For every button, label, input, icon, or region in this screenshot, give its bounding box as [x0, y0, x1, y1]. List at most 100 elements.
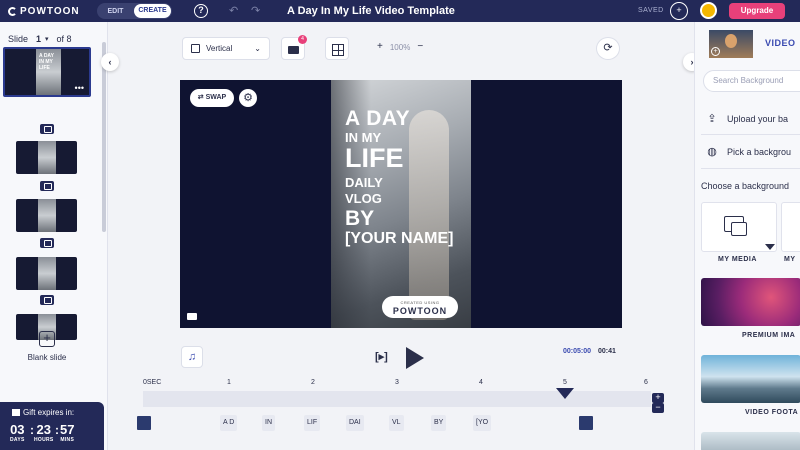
- premium-images-tile[interactable]: [701, 278, 800, 326]
- transition-icon[interactable]: [40, 238, 54, 248]
- total-time: 00:41: [597, 348, 616, 355]
- slides-scrollbar[interactable]: [102, 42, 106, 232]
- search-background-input[interactable]: Search Background: [703, 70, 800, 92]
- edit-mode-button[interactable]: EDIT: [97, 8, 134, 15]
- countdown-hours: 23 HOURS: [34, 422, 54, 443]
- music-icon[interactable]: ♫: [181, 346, 203, 368]
- camera-button[interactable]: 4: [281, 35, 307, 60]
- pick-background-color-button[interactable]: ◍ Pick a backgrou: [705, 146, 791, 158]
- orientation-icon: [191, 44, 200, 53]
- record-icon[interactable]: [187, 313, 197, 320]
- palette-icon: ◍: [707, 146, 717, 158]
- slide-canvas[interactable]: A DAY IN MY LIFE DAILY VLOG BY [YOUR NAM…: [180, 80, 622, 328]
- slide-selector: Slide 1 ▾ of 8: [8, 34, 72, 44]
- orientation-value: Vertical: [206, 44, 233, 53]
- timeline-item[interactable]: DAI: [346, 415, 364, 431]
- gift-countdown[interactable]: Gift expires in: 03 DAYS : 23 HOURS : 57 MI…: [0, 402, 104, 450]
- countdown-mins: 57 MINS: [60, 422, 75, 443]
- timeline-track[interactable]: [143, 391, 651, 407]
- timeline-item-end[interactable]: [579, 416, 593, 430]
- gift-icon: [12, 409, 20, 416]
- play-button[interactable]: [406, 347, 424, 369]
- top-bar: POWTOON EDIT CREATE ? ↶ ↷ A Day In My Li…: [0, 0, 800, 22]
- choose-background-label: Choose a background: [701, 181, 790, 191]
- timeline-tick: 4: [479, 379, 483, 386]
- timeline-item[interactable]: A D: [220, 415, 238, 431]
- timeline-tick: 5: [563, 379, 567, 386]
- slide-thumbnail-1[interactable]: A DAY IN MY LIFE •••: [3, 47, 91, 97]
- save-status: SAVED: [638, 7, 664, 14]
- chevron-down-icon[interactable]: ▾: [45, 35, 49, 44]
- grid-button[interactable]: [325, 37, 349, 60]
- video-background-thumbnail[interactable]: +: [709, 30, 753, 58]
- slide-thumbnail-3[interactable]: [16, 199, 77, 232]
- slide-thumbnail-4[interactable]: [16, 257, 77, 290]
- upload-background-button[interactable]: ⇪ Upload your ba: [705, 113, 788, 125]
- timeline-tick: 2: [311, 379, 315, 386]
- help-icon[interactable]: ?: [194, 4, 208, 18]
- timeline-ruler: 0SEC 1 2 3 4 5 6: [143, 379, 651, 389]
- video-footage-tile[interactable]: [701, 355, 800, 403]
- playback-time: 00:05:00 00:41: [563, 348, 616, 355]
- my-tile-2[interactable]: [781, 202, 800, 252]
- upgrade-button[interactable]: Upgrade: [729, 3, 785, 19]
- current-time: 00:05:00: [563, 348, 592, 355]
- background-tile[interactable]: [701, 432, 800, 450]
- powtoon-logo[interactable]: POWTOON: [8, 6, 80, 17]
- timeline-tick: 0SEC: [143, 379, 162, 386]
- orientation-dropdown[interactable]: Vertical ⌄: [182, 37, 270, 60]
- zoom-out-button[interactable]: −: [417, 41, 423, 52]
- more-options-icon[interactable]: •••: [75, 83, 84, 93]
- playhead-marker[interactable]: [556, 388, 574, 399]
- timeline-item[interactable]: LIF: [304, 415, 321, 431]
- powtoon-watermark: CREATED USING POWTOON: [382, 296, 458, 318]
- timeline-item[interactable]: IN: [262, 415, 275, 431]
- slide-total: of 8: [56, 34, 72, 44]
- chevron-down-icon: ⌄: [254, 44, 261, 53]
- panel-header-title[interactable]: VIDEO: [765, 38, 796, 48]
- redo-icon[interactable]: ↷: [251, 4, 260, 17]
- play-from-slide-button[interactable]: [▸]: [375, 350, 388, 363]
- headline-text[interactable]: A DAY IN MY LIFE DAILY VLOG BY [YOUR NAM…: [345, 108, 453, 247]
- premium-images-label: PREMIUM IMA: [742, 332, 796, 339]
- timeline-tick: 3: [395, 379, 399, 386]
- gift-label: Gift expires in:: [23, 408, 75, 417]
- create-mode-button[interactable]: CREATE: [134, 4, 171, 18]
- zoom-control: + 100% −: [377, 41, 423, 52]
- countdown-days: 03 DAYS: [10, 422, 25, 443]
- slide-thumbnail-2[interactable]: [16, 141, 77, 174]
- blank-slide-button[interactable]: + Blank slide: [22, 331, 72, 362]
- share-user-icon[interactable]: +: [670, 2, 688, 20]
- swap-button[interactable]: ⇄ SWAP: [190, 89, 234, 107]
- timeline-tick: 6: [644, 379, 648, 386]
- video-footage-label: VIDEO FOOTA: [745, 409, 799, 416]
- previous-slide-button[interactable]: ‹: [101, 53, 119, 71]
- slide-label: Slide: [8, 34, 29, 44]
- refresh-icon[interactable]: ⟳: [596, 37, 620, 60]
- powtoon-logo-icon: [8, 6, 17, 16]
- transition-icon[interactable]: [40, 181, 54, 191]
- transition-icon[interactable]: [40, 295, 54, 305]
- timeline-zoom-out-button[interactable]: −: [652, 403, 664, 413]
- gear-icon[interactable]: ⚙: [239, 89, 257, 107]
- timeline-item[interactable]: BY: [431, 415, 447, 431]
- user-avatar[interactable]: [700, 2, 717, 19]
- add-icon[interactable]: +: [711, 47, 720, 56]
- camera-badge: 4: [298, 35, 307, 44]
- slide-thumbnail-text: A DAY IN MY LIFE: [39, 53, 54, 71]
- timeline-tick: 1: [227, 379, 231, 386]
- my-media-label: MY MEDIA: [718, 256, 757, 263]
- zoom-level: 100%: [389, 43, 411, 52]
- slide-number-select[interactable]: 1: [36, 34, 41, 44]
- camera-icon: [288, 46, 299, 54]
- transition-icon[interactable]: [40, 124, 54, 134]
- media-icon: [724, 216, 747, 236]
- zoom-in-button[interactable]: +: [377, 41, 383, 52]
- document-title[interactable]: A Day In My Life Video Template: [287, 5, 455, 17]
- timeline-item[interactable]: [YO: [473, 415, 492, 431]
- timeline-item-background[interactable]: [137, 416, 151, 430]
- background-panel: + VIDEO Search Background ⇪ Upload your …: [694, 22, 800, 450]
- timeline-item[interactable]: VL: [389, 415, 404, 431]
- undo-icon[interactable]: ↶: [229, 4, 238, 17]
- blank-slide-label: Blank slide: [27, 353, 67, 362]
